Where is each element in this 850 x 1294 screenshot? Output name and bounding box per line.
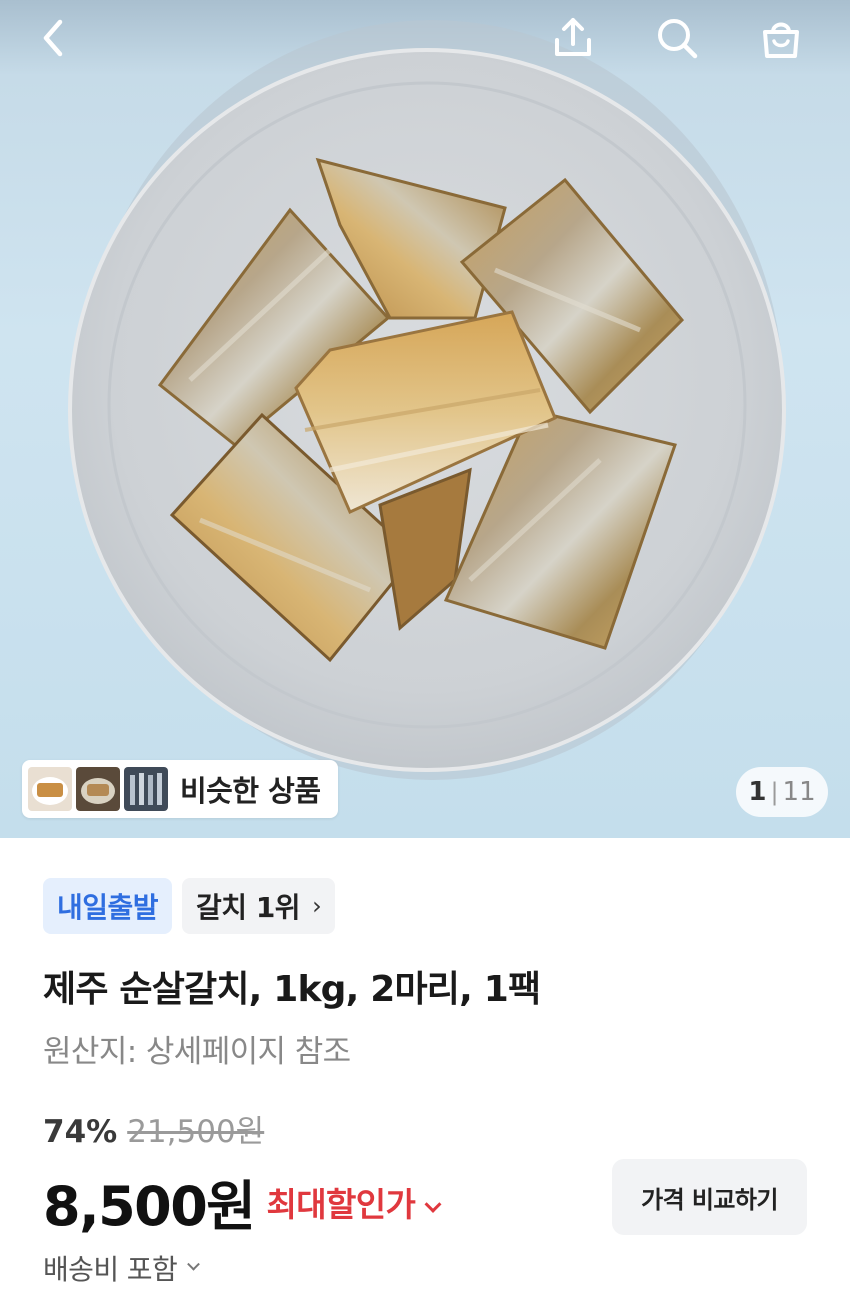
delivery-badge: 내일출발 bbox=[43, 878, 173, 934]
original-price: 21,500원 bbox=[127, 1114, 265, 1150]
image-counter: 1 | 11 bbox=[736, 767, 828, 817]
shopping-bag-icon bbox=[763, 22, 799, 58]
discount-rate: 74% bbox=[43, 1114, 118, 1150]
chevron-left-icon bbox=[43, 19, 63, 57]
current-image-index: 1 bbox=[748, 777, 767, 807]
cart-button[interactable] bbox=[749, 8, 813, 68]
similar-product-thumbnail bbox=[28, 767, 72, 811]
price-row: 8,500원 최대할인가 bbox=[43, 1162, 442, 1241]
price-compare-button[interactable]: 가격 비교하기 bbox=[612, 1159, 807, 1235]
share-button[interactable] bbox=[541, 8, 605, 68]
share-icon bbox=[555, 18, 591, 56]
similar-products-label: 비슷한 상품 bbox=[180, 774, 321, 808]
origin-info: 원산지: 상세페이지 참조 bbox=[43, 1034, 351, 1070]
product-title: 제주 순살갈치, 1kg, 2마리, 1팩 bbox=[43, 969, 541, 1010]
similar-products-button[interactable]: 비슷한 상품 bbox=[22, 760, 338, 818]
shipping-fee-dropdown[interactable]: 배송비 포함 bbox=[43, 1248, 200, 1288]
category-rank-link[interactable]: 갈치 1위 › bbox=[182, 878, 336, 934]
sale-price: 8,500원 bbox=[43, 1175, 256, 1238]
similar-product-thumbnail bbox=[124, 767, 168, 811]
top-navigation-bar bbox=[0, 0, 850, 80]
product-tags: 내일출발 갈치 1위 › bbox=[43, 878, 336, 934]
shipping-fee-label: 배송비 포함 bbox=[43, 1253, 178, 1286]
product-image-gallery[interactable]: 비슷한 상품 1 | 11 bbox=[0, 0, 850, 838]
chevron-right-icon: › bbox=[312, 892, 322, 920]
max-discount-label: 최대할인가 bbox=[266, 1184, 416, 1224]
product-photo bbox=[68, 20, 786, 780]
discount-row: 74% 21,500원 bbox=[43, 1106, 264, 1151]
search-icon bbox=[658, 19, 698, 59]
category-rank-label: 갈치 1위 bbox=[196, 891, 301, 924]
similar-product-thumbnail bbox=[76, 767, 120, 811]
search-button[interactable] bbox=[645, 8, 709, 68]
back-button[interactable] bbox=[22, 8, 86, 68]
max-discount-dropdown[interactable]: 최대할인가 bbox=[266, 1178, 442, 1226]
chevron-down-icon bbox=[187, 1257, 200, 1271]
counter-separator: | bbox=[770, 778, 779, 806]
chevron-down-icon bbox=[424, 1195, 442, 1213]
total-image-count: 11 bbox=[782, 777, 816, 807]
